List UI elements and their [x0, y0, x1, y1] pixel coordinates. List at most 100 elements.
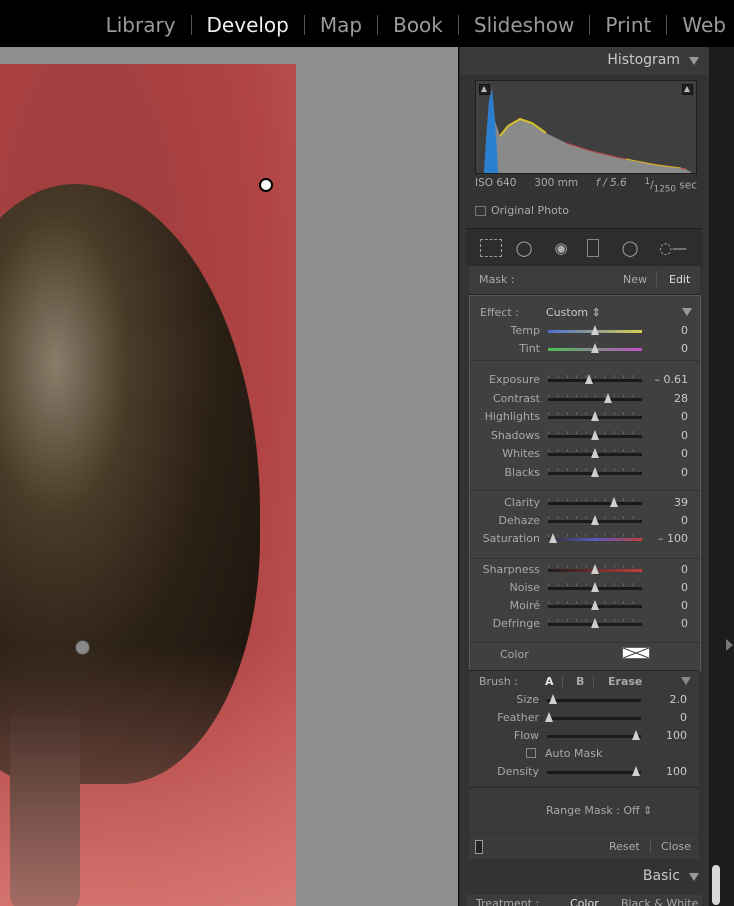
slider-value[interactable]: 0 — [681, 410, 688, 423]
slider-thumb[interactable] — [544, 712, 553, 722]
slider-value[interactable]: 0 — [681, 563, 688, 576]
module-separator — [589, 15, 591, 35]
slider-value[interactable]: 28 — [674, 392, 688, 405]
effect-collapse-icon[interactable] — [682, 308, 692, 316]
slider-value[interactable]: 0 — [681, 447, 688, 460]
original-photo-toggle[interactable]: Original Photo — [475, 204, 569, 217]
slider-value[interactable]: 0 — [681, 514, 688, 527]
slider-value[interactable]: 0 — [681, 324, 688, 337]
collapse-triangle-icon[interactable] — [689, 873, 699, 881]
module-library[interactable]: Library — [106, 13, 176, 37]
mask-toggle-switch[interactable] — [475, 840, 483, 854]
slider-value[interactable]: 100 — [666, 729, 687, 742]
slider-value[interactable]: 0 — [681, 599, 688, 612]
slider-thumb[interactable] — [604, 392, 613, 403]
auto-mask-checkbox[interactable] — [526, 748, 536, 758]
slider-thumb[interactable] — [591, 582, 599, 592]
module-print[interactable]: Print — [605, 13, 651, 37]
slider-value[interactable]: 39 — [674, 496, 688, 509]
red-eye-icon[interactable]: ◉ — [551, 239, 571, 257]
brush-pin-active[interactable] — [75, 640, 90, 655]
module-book[interactable]: Book — [393, 13, 443, 37]
slider-track[interactable] — [547, 735, 641, 738]
slider-thumb[interactable] — [609, 497, 618, 507]
module-develop[interactable]: Develop — [207, 13, 289, 37]
mask-new-button[interactable]: New — [623, 273, 647, 286]
slider-label: Noise — [509, 581, 540, 594]
slider-value[interactable]: 0 — [681, 429, 688, 442]
slider-thumb[interactable] — [591, 343, 599, 353]
slider-thumb[interactable] — [591, 564, 599, 574]
slider-track[interactable] — [547, 699, 641, 702]
slider-thumb[interactable] — [591, 429, 599, 440]
basic-header[interactable]: Basic — [460, 863, 710, 891]
slider-label: Whites — [502, 447, 540, 460]
collapse-triangle-icon[interactable] — [689, 57, 699, 65]
slider-value[interactable]: – 100 — [658, 532, 688, 545]
slider-value[interactable]: 2.0 — [670, 693, 688, 706]
slider-thumb[interactable] — [632, 766, 641, 776]
grass-area — [0, 646, 296, 906]
auto-mask-row[interactable]: Auto Mask — [469, 745, 699, 763]
slider-track[interactable] — [547, 717, 641, 720]
close-button[interactable]: Close — [661, 840, 691, 853]
slider-value[interactable]: 0 — [681, 342, 688, 355]
slider-thumb[interactable] — [591, 466, 599, 477]
histogram-graph[interactable] — [475, 80, 697, 174]
slider-value[interactable]: – 0.61 — [655, 373, 689, 386]
slider-thumb[interactable] — [591, 618, 599, 628]
checkbox-icon[interactable] — [475, 206, 486, 216]
graduated-filter-icon[interactable] — [587, 239, 599, 257]
photo-canvas[interactable] — [0, 47, 458, 906]
slider-track[interactable] — [547, 771, 641, 774]
tool-strip: ◯ ◉ ◯ ◌— — [466, 228, 702, 267]
slider-label: Clarity — [504, 496, 540, 509]
module-map[interactable]: Map — [320, 13, 362, 37]
slider-track[interactable] — [548, 397, 642, 401]
spot-removal-icon[interactable]: ◯ — [514, 239, 534, 257]
slider-thumb[interactable] — [591, 448, 599, 458]
slider-thumb[interactable] — [632, 730, 641, 740]
effect-preset-select[interactable]: Custom ⇕ — [546, 306, 601, 319]
brush-pin-inactive[interactable] — [259, 178, 273, 192]
slider-thumb[interactable] — [591, 411, 599, 421]
slider-thumb[interactable] — [548, 694, 557, 704]
slider-value[interactable]: 0 — [680, 711, 687, 724]
photo-image[interactable] — [0, 64, 296, 906]
slider-thumb[interactable] — [548, 533, 557, 543]
treatment-color[interactable]: Color — [570, 897, 599, 906]
panel-expand-arrow-icon[interactable] — [726, 639, 733, 651]
brush-b-button[interactable]: B — [576, 675, 584, 688]
slider-value[interactable]: 0 — [681, 466, 688, 479]
radial-filter-icon[interactable]: ◯ — [620, 239, 640, 257]
slider-thumb[interactable] — [591, 600, 599, 610]
slider-value[interactable]: 100 — [666, 765, 687, 778]
module-slideshow[interactable]: Slideshow — [474, 13, 575, 37]
slider-track[interactable] — [548, 538, 642, 541]
slider-value[interactable]: 0 — [681, 617, 688, 630]
brush-a-button[interactable]: A — [545, 675, 554, 688]
histogram-header[interactable]: Histogram — [460, 47, 710, 75]
brush-erase-button[interactable]: Erase — [608, 675, 642, 688]
color-swatch[interactable] — [622, 647, 650, 659]
panel-scrollbar[interactable] — [712, 865, 720, 905]
slider-value[interactable]: 0 — [681, 581, 688, 594]
slider-track[interactable] — [548, 379, 642, 382]
slider-track[interactable] — [548, 502, 642, 505]
module-web[interactable]: Web — [682, 13, 726, 37]
highlight-clip-icon[interactable] — [682, 84, 693, 95]
slider-row: Whites 0 — [470, 445, 700, 463]
shadow-clip-icon[interactable] — [479, 84, 490, 95]
adjustment-brush-icon[interactable]: ◌— — [656, 239, 690, 257]
slider-thumb[interactable] — [591, 515, 599, 525]
slider-thumb[interactable] — [591, 325, 599, 335]
brush-collapse-icon[interactable] — [681, 677, 691, 685]
mask-separator — [656, 271, 657, 287]
range-mask-select[interactable]: Range Mask : Off ⇕ — [546, 804, 652, 817]
treatment-bw[interactable]: Black & White — [621, 897, 698, 906]
reset-button[interactable]: Reset — [609, 840, 640, 853]
crop-tool-icon[interactable] — [480, 239, 502, 257]
color-label: Color — [500, 648, 529, 661]
slider-thumb[interactable] — [585, 374, 594, 384]
mask-edit-button[interactable]: Edit — [669, 273, 690, 286]
